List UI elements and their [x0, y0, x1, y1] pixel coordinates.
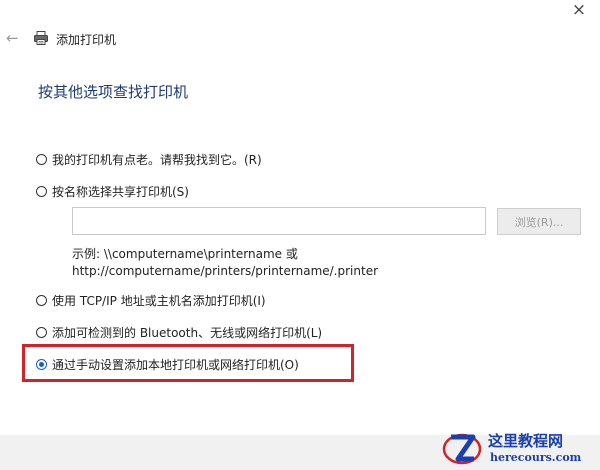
printer-icon [34, 31, 48, 45]
example-text: 示例: \\computername\printername 或 http://… [72, 246, 378, 280]
radio-old-printer[interactable] [36, 154, 47, 165]
radio-manual-local[interactable] [36, 359, 47, 370]
option-shared-printer[interactable]: 按名称选择共享打印机(S) [36, 183, 189, 200]
watermark-site-name: 这里教程网 [488, 432, 564, 450]
option-bluetooth-wireless[interactable]: 添加可检测到的 Bluetooth、无线或网络打印机(L) [36, 324, 322, 341]
radio-tcpip[interactable] [36, 295, 47, 306]
radio-bluetooth-wireless[interactable] [36, 327, 47, 338]
watermark: 这里教程网 herecours.com [440, 428, 598, 468]
close-icon[interactable]: × [568, 0, 590, 22]
option-label: 添加可检测到的 Bluetooth、无线或网络打印机(L) [52, 326, 323, 340]
window-title: 添加打印机 [56, 33, 117, 47]
option-tcpip[interactable]: 使用 TCP/IP 地址或主机名添加打印机(I) [36, 292, 266, 309]
option-manual-local[interactable]: 通过手动设置添加本地打印机或网络打印机(O) [36, 356, 299, 373]
option-label: 按名称选择共享打印机(S) [52, 185, 189, 199]
example-line-2: http://computername/printers/printername… [72, 264, 379, 278]
browse-button[interactable]: 浏览(R)... [497, 208, 581, 235]
watermark-site-url: herecours.com [490, 451, 582, 464]
option-label: 我的打印机有点老。请帮我找到它。(R) [52, 153, 262, 167]
watermark-logo-icon [442, 433, 482, 465]
page-heading: 按其他选项查找打印机 [38, 83, 189, 101]
example-line-1: 示例: \\computername\printername 或 [72, 247, 298, 261]
shared-printer-name-input[interactable] [72, 207, 486, 235]
add-printer-window: × ← 添加打印机 按其他选项查找打印机 我的打印机有点老。请帮我找到它。(R)… [0, 0, 600, 470]
option-label: 通过手动设置添加本地打印机或网络打印机(O) [52, 358, 299, 372]
back-arrow-icon[interactable]: ← [6, 30, 22, 46]
radio-shared-printer[interactable] [36, 186, 47, 197]
option-old-printer[interactable]: 我的打印机有点老。请帮我找到它。(R) [36, 151, 262, 168]
option-label: 使用 TCP/IP 地址或主机名添加打印机(I) [52, 294, 266, 308]
